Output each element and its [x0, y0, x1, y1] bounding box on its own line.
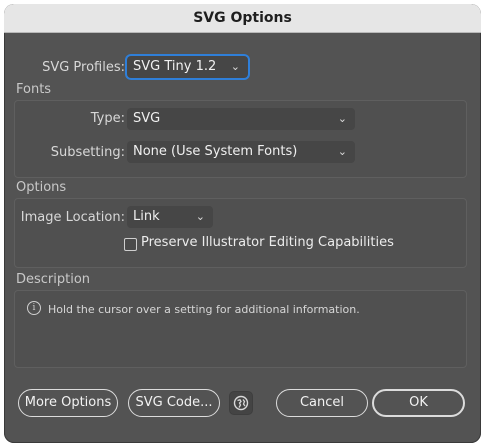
- chevron-down-icon: ⌄: [230, 60, 240, 73]
- preserve-editing-checkbox[interactable]: [124, 238, 137, 251]
- fonts-group-title: Fonts: [16, 82, 52, 97]
- subsetting-select[interactable]: None (Use System Fonts) ⌄: [127, 141, 355, 163]
- ok-button[interactable]: OK: [372, 389, 465, 417]
- svg-profiles-value: SVG Tiny 1.2: [133, 59, 217, 74]
- svg-options-dialog: SVG Options SVG Profiles: SVG Tiny 1.2 ⌄…: [4, 4, 481, 443]
- description-panel: [14, 290, 467, 368]
- options-group-title: Options: [16, 180, 67, 195]
- preserve-editing-label[interactable]: Preserve Illustrator Editing Capabilitie…: [141, 235, 394, 250]
- svg-code-button[interactable]: SVG Code...: [128, 389, 220, 417]
- globe-icon: [233, 395, 249, 411]
- dialog-title: SVG Options: [4, 4, 481, 33]
- options-panel: [14, 198, 467, 268]
- description-group-title: Description: [16, 272, 91, 287]
- info-icon: i: [27, 301, 41, 315]
- subsetting-label: Subsetting:: [50, 145, 125, 160]
- web-preview-button[interactable]: [229, 391, 253, 415]
- font-type-select[interactable]: SVG ⌄: [127, 108, 355, 130]
- chevron-down-icon: ⌄: [337, 145, 347, 158]
- image-location-select[interactable]: Link ⌄: [127, 206, 213, 228]
- cancel-button[interactable]: Cancel: [276, 389, 368, 417]
- chevron-down-icon: ⌄: [337, 112, 347, 125]
- svg-profiles-label: SVG Profiles:: [42, 60, 125, 75]
- description-text: Hold the cursor over a setting for addit…: [48, 303, 360, 316]
- font-type-value: SVG: [133, 111, 161, 126]
- image-location-label: Image Location:: [20, 210, 125, 225]
- subsetting-value: None (Use System Fonts): [133, 144, 298, 159]
- image-location-value: Link: [133, 209, 160, 224]
- more-options-button[interactable]: More Options: [18, 389, 118, 417]
- font-type-label: Type:: [90, 111, 125, 126]
- svg-profiles-select[interactable]: SVG Tiny 1.2 ⌄: [127, 56, 248, 78]
- chevron-down-icon: ⌄: [195, 210, 205, 223]
